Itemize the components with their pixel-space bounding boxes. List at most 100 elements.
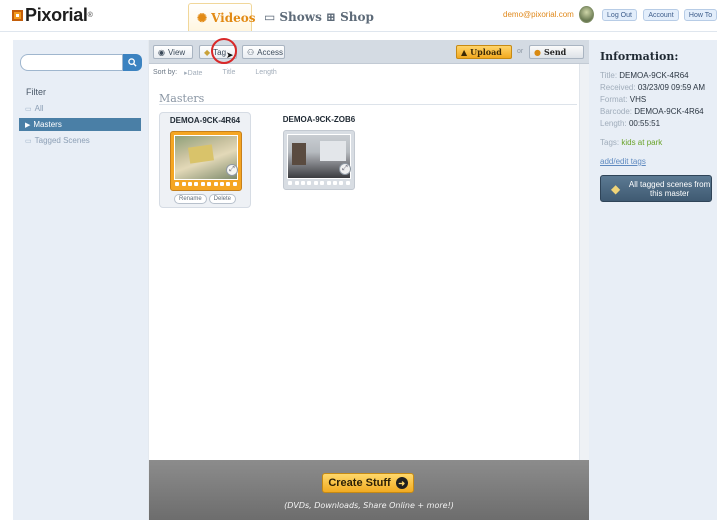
info-title: Information: <box>600 50 679 63</box>
tab-videos[interactable]: ✺ Videos <box>188 3 256 31</box>
tagged-scenes-label: All tagged scenes from this master <box>628 179 711 198</box>
sort-title[interactable]: Title <box>222 69 235 77</box>
info-row-title: Title: DEMOA-9CK-4R64 <box>600 71 689 80</box>
scrollbar[interactable] <box>579 64 589 460</box>
info-row-format: Format: VHS <box>600 95 646 104</box>
logo-icon <box>12 9 23 21</box>
user-email[interactable]: demo@pixorial.com <box>503 10 574 19</box>
info-row-length: Length: 00:55:51 <box>600 119 660 128</box>
create-stuff-subtitle: (DVDs, Downloads, Share Online + more!) <box>284 501 454 510</box>
account-button[interactable]: Account <box>643 9 679 21</box>
sidebar-item-label: Tagged Scenes <box>34 136 90 145</box>
tab-shop-label: Shop <box>340 10 374 24</box>
arrow-right-icon: ➜ <box>395 477 408 489</box>
view-label: View <box>167 47 186 57</box>
video-card[interactable]: DEMOA-9CK-ZOB6 ⤢ <box>273 112 365 208</box>
delete-button[interactable]: Delete <box>208 194 237 204</box>
or-separator: or <box>517 48 524 55</box>
top-header: Pixorial ® ✺ Videos ▭ Shows ⊞ Shop demo@… <box>0 0 717 32</box>
shopping-cart-icon: ⊞ <box>326 10 337 24</box>
tab-shows[interactable]: ▭ Shows <box>256 3 322 31</box>
search-button[interactable] <box>123 54 142 71</box>
video-thumbnail[interactable]: ⤢ <box>170 131 242 191</box>
info-value: 00:55:51 <box>628 119 661 128</box>
sort-date[interactable]: ▸Date <box>184 69 202 77</box>
tagged-scenes-button[interactable]: ◆ All tagged scenes from this master <box>600 175 712 202</box>
info-value: VHS <box>629 95 647 104</box>
access-button[interactable]: ⚇ Access <box>242 45 285 59</box>
sort-label: Sort by: <box>153 69 178 76</box>
create-stuff-button[interactable]: Create Stuff ➜ <box>322 473 414 493</box>
tag-icon: ◆ <box>611 181 621 196</box>
tab-videos-label: Videos <box>211 10 256 25</box>
view-button[interactable]: ◉ View <box>153 45 193 59</box>
search-input[interactable] <box>20 54 123 71</box>
video-title: DEMOA-9CK-4R64 <box>169 116 241 125</box>
tab-shows-label: Shows <box>279 10 322 24</box>
logo-text: Pixorial <box>25 4 88 25</box>
filter-heading: Filter <box>26 87 46 97</box>
tab-shop[interactable]: ⊞ Shop <box>318 3 374 31</box>
section-divider <box>159 104 577 105</box>
create-stuff-bar: Create Stuff ➜ (DVDs, Downloads, Share O… <box>149 460 589 520</box>
info-key: Format: <box>600 95 628 104</box>
sort-date-label: Date <box>187 70 203 77</box>
expand-icon[interactable]: ⤢ <box>226 164 238 176</box>
folder-icon: ▭ <box>25 137 32 145</box>
sort-length[interactable]: Length <box>255 69 276 77</box>
sidebar-item-masters[interactable]: ▶ Masters <box>19 118 141 131</box>
film-reel-icon: ✺ <box>197 10 208 25</box>
avatar[interactable] <box>579 6 594 23</box>
card-actions: Rename Delete <box>160 194 250 204</box>
video-card-selected[interactable]: DEMOA-9CK-4R64 ⤢ Rename Delete <box>159 112 251 208</box>
info-panel: Information: Title: DEMOA-9CK-4R64 Recei… <box>589 40 717 520</box>
info-key: Barcode: <box>600 107 633 116</box>
info-key: Title: <box>600 71 618 80</box>
sidebar-item-label: All <box>34 104 44 113</box>
sort-bar: Sort by: ▸Date Title Length <box>153 69 297 77</box>
info-key: Tags: <box>600 138 620 147</box>
info-value: DEMOA-9CK-4R64 <box>619 71 689 80</box>
folder-icon: ▭ <box>25 105 32 113</box>
rename-button[interactable]: Rename <box>173 194 207 204</box>
mouse-cursor-icon: ➤ <box>226 50 234 60</box>
sidebar-item-all[interactable]: ▭ All <box>19 102 141 115</box>
info-row-tags: Tags: kids at park <box>600 138 662 147</box>
toolbar: ◉ View ◆ Tag ⚇ Access ➤ ▲ Upload or ● Se… <box>149 38 589 64</box>
sidebar-item-tagged-scenes[interactable]: ▭ Tagged Scenes <box>19 134 141 147</box>
person-icon: ⚇ <box>247 47 255 57</box>
main-content: ◉ View ◆ Tag ⚇ Access ➤ ▲ Upload or ● Se… <box>148 38 589 520</box>
access-label: Access <box>257 47 283 57</box>
logout-button[interactable]: Log Out <box>602 9 637 21</box>
pixorial-logo[interactable]: Pixorial ® <box>12 5 93 25</box>
upload-button[interactable]: ▲ Upload <box>456 45 512 59</box>
sidebar-item-label: Masters <box>33 120 62 129</box>
upload-label: Upload <box>470 47 502 57</box>
send-label: Send <box>543 47 567 57</box>
film-strip-icon: ▭ <box>264 10 276 24</box>
video-thumbnail[interactable]: ⤢ <box>283 130 355 190</box>
triangle-right-icon: ▶ <box>25 121 31 129</box>
edit-tags-link[interactable]: add/edit tags <box>600 157 646 166</box>
create-stuff-label: Create Stuff <box>328 477 391 489</box>
send-button[interactable]: ● Send <box>529 45 584 59</box>
info-value: 03/23/09 09:59 AM <box>637 83 705 92</box>
info-key: Length: <box>600 119 627 128</box>
eye-icon: ◉ <box>158 47 165 57</box>
info-row-barcode: Barcode: DEMOA-9CK-4R64 <box>600 107 704 116</box>
info-row-received: Received: 03/23/09 09:59 AM <box>600 83 705 92</box>
left-sidebar: Filter ▭ All ▶ Masters ▭ Tagged Scenes <box>13 40 148 520</box>
tag-link[interactable]: kids at park <box>621 138 662 147</box>
search-icon <box>128 58 137 67</box>
film-sprockets <box>287 180 351 186</box>
info-key: Received: <box>600 83 636 92</box>
video-title: DEMOA-9CK-ZOB6 <box>282 115 356 124</box>
upload-icon: ▲ <box>461 47 468 57</box>
film-sprockets <box>174 181 238 187</box>
logo-registered-mark: ® <box>87 11 93 19</box>
tag-icon: ◆ <box>204 47 211 57</box>
info-value: DEMOA-9CK-4R64 <box>634 107 704 116</box>
how-to-button[interactable]: How To <box>684 9 717 21</box>
expand-icon[interactable]: ⤢ <box>339 163 351 175</box>
send-icon: ● <box>534 47 541 57</box>
